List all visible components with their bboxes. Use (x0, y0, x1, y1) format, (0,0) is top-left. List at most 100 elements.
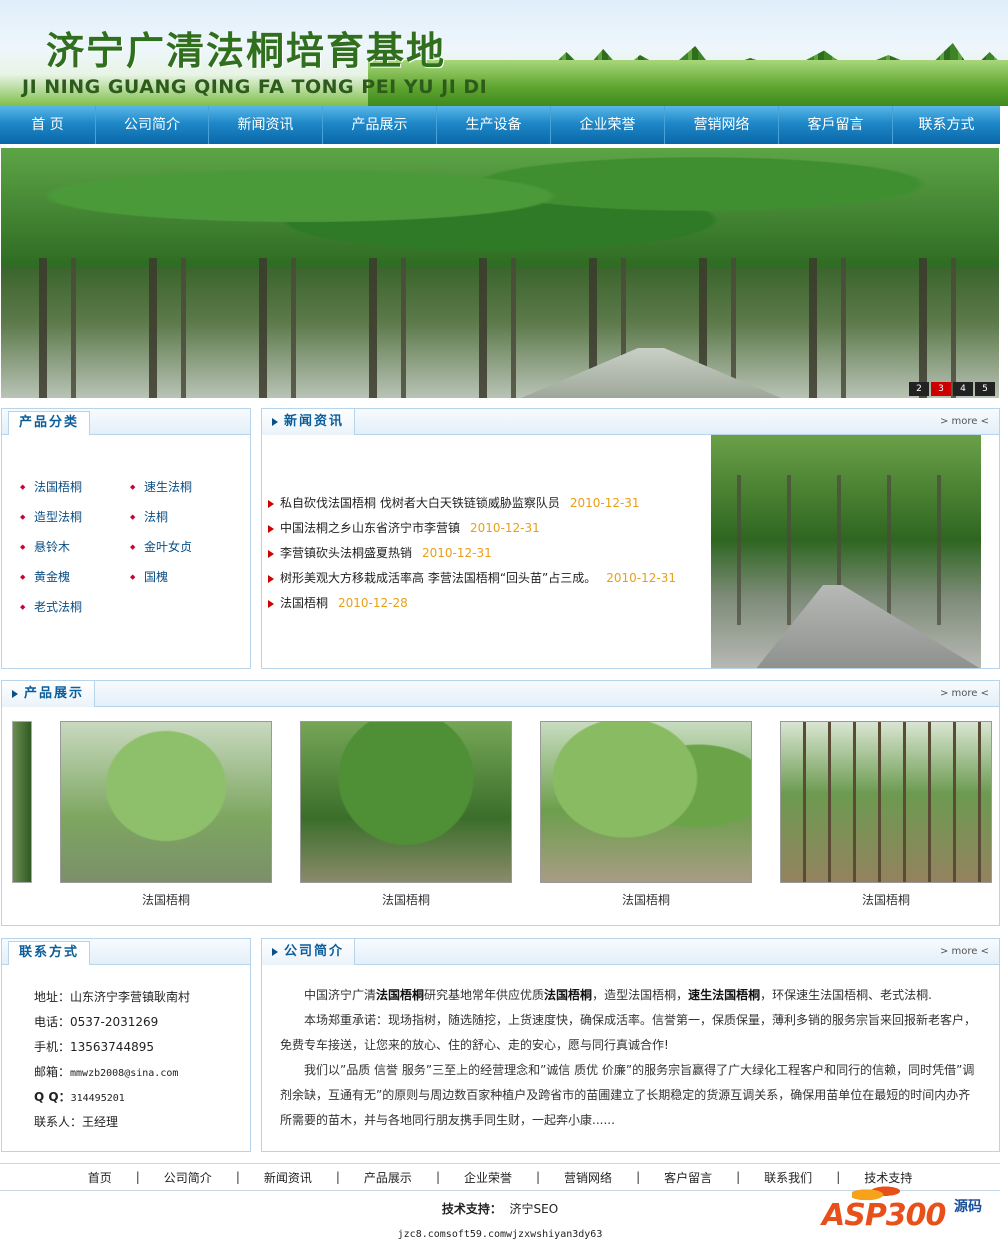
news-item[interactable]: 私自砍伐法国梧桐 伐树者大白天铁链锁威胁监察队员 2010-12-31 (268, 491, 708, 516)
news-item-date: 2010-12-31 (470, 521, 540, 535)
news-panel: 新闻资讯 > more < 私自砍伐法国梧桐 伐树者大白天铁链锁威胁监察队员 20… (261, 408, 1000, 669)
category-item[interactable]: 造型法桐 (20, 509, 130, 525)
footer-separator: | (435, 1170, 440, 1184)
footer-separator: | (235, 1170, 240, 1184)
intro-panel: 公司简介 > more < 中国济宁广清法国梧桐研究基地常年供应优质法国梧桐，造… (261, 938, 1000, 1152)
intro-text-span: ，环保速生法国梧桐、老式法桐. (760, 988, 932, 1002)
category-item[interactable]: 黄金槐 (20, 569, 130, 585)
products-panel: 产品展示 > more < 法国梧桐 法国梧桐 法国梧桐 法国梧桐 (1, 680, 1000, 926)
category-item[interactable]: 老式法桐 (20, 599, 130, 615)
category-item[interactable]: 法国梧桐 (20, 479, 130, 495)
contact-email-value: mmwzb2008@sina.com (70, 1068, 179, 1079)
news-item[interactable]: 树形美观大方移栽成活率高 李营法国梧桐“回头苗”占三成。 2010-12-31 (268, 566, 708, 591)
footer-separator: | (335, 1170, 340, 1184)
product-caption[interactable]: 法国梧桐 (60, 891, 272, 908)
nav-home[interactable]: 首 页 (0, 106, 96, 144)
footer-nav-products[interactable]: 产品展示 (364, 1169, 412, 1186)
intro-text: 中国济宁广清法国梧桐研究基地常年供应优质法国梧桐，造型法国梧桐，速生法国梧桐，环… (280, 983, 980, 1133)
products-more-link[interactable]: > more < (940, 688, 989, 699)
product-caption[interactable]: 法国梧桐 (540, 891, 752, 908)
intro-panel-header: 公司简介 > more < (262, 939, 999, 965)
nav-guestbook[interactable]: 客戶留言 (779, 106, 893, 144)
footer-separator: | (836, 1170, 841, 1184)
banner-trunks (1, 258, 999, 398)
banner-page-3[interactable]: 3 (931, 382, 951, 396)
news-item-title: 中国法桐之乡山东省济宁市李营镇 (280, 521, 461, 535)
category-item[interactable]: 悬铃木 (20, 539, 130, 555)
nav-equipment[interactable]: 生产设备 (437, 106, 551, 144)
footer-nav-guestbook[interactable]: 客户留言 (664, 1169, 712, 1186)
contact-list: 地址：山东济宁李营镇耿南村 电话：0537-2031269 手机：1356374… (34, 985, 190, 1135)
site-header: 济宁广清法桐培育基地 JI NING GUANG QING FA TONG PE… (0, 0, 1008, 106)
contact-mobile: 手机：13563744895 (34, 1040, 154, 1054)
intro-more-link[interactable]: > more < (940, 946, 989, 957)
footer-separator: | (636, 1170, 641, 1184)
footer-nav-tech-support[interactable]: 技术支持 (864, 1169, 912, 1186)
footer-nav-honors[interactable]: 企业荣誉 (464, 1169, 512, 1186)
category-list: 法国梧桐 速生法桐 造型法桐 法桐 悬铃木 金叶女贞 黄金槐 国槐 老式法桐 (20, 479, 240, 615)
product-image[interactable] (60, 721, 272, 883)
product-image[interactable] (540, 721, 752, 883)
nav-products[interactable]: 产品展示 (323, 106, 437, 144)
product-card[interactable]: 法国梧桐 (60, 721, 272, 908)
product-card[interactable]: 法国梧桐 (780, 721, 992, 908)
footer-separator: | (135, 1170, 140, 1184)
product-image[interactable] (300, 721, 512, 883)
banner-page-4[interactable]: 4 (953, 382, 973, 396)
news-item-title: 法国梧桐 (280, 596, 329, 610)
contact-panel-header: 联系方式 (2, 939, 250, 965)
banner-canopy (1, 148, 999, 268)
footer-nav-company-intro[interactable]: 公司简介 (164, 1169, 212, 1186)
news-photo (711, 435, 981, 668)
products-panel-header: 产品展示 > more < (2, 681, 999, 707)
intro-keyword: 速生法国梧桐 (688, 988, 761, 1002)
intro-paragraph-1: 中国济宁广清法国梧桐研究基地常年供应优质法国梧桐，造型法国梧桐，速生法国梧桐，环… (280, 983, 980, 1008)
hero-banner: 2 3 4 5 (1, 148, 999, 398)
contact-qq-label: Q Q： (34, 1090, 71, 1104)
nav-contact[interactable]: 联系方式 (893, 106, 1000, 144)
news-item-title: 私自砍伐法国梧桐 伐树者大白天铁链锁威胁监察队员 (280, 496, 560, 510)
banner-page-2[interactable]: 2 (909, 382, 929, 396)
news-item[interactable]: 李营镇砍头法桐盛夏热销 2010-12-31 (268, 541, 708, 566)
nav-news[interactable]: 新闻资讯 (209, 106, 323, 144)
news-list: 私自砍伐法国梧桐 伐树者大白天铁链锁威胁监察队员 2010-12-31 中国法桐之… (268, 491, 708, 616)
contact-email-label: 邮箱： (34, 1065, 71, 1079)
news-item-date: 2010-12-31 (422, 546, 492, 560)
nav-honors[interactable]: 企业荣誉 (551, 106, 665, 144)
footer-nav-home[interactable]: 首页 (88, 1169, 112, 1186)
intro-keyword: 法国梧桐 (376, 988, 425, 1002)
news-item-title: 树形美观大方移栽成活率高 李营法国梧桐“回头苗”占三成。 (280, 571, 597, 585)
nav-marketing[interactable]: 营销网络 (665, 106, 779, 144)
footer-separator: | (736, 1170, 741, 1184)
nav-company-intro[interactable]: 公司简介 (96, 106, 209, 144)
contact-email: 邮箱：mmwzb2008@sina.com (34, 1060, 190, 1085)
logo-suffix: 源码 (954, 1199, 982, 1215)
footer-separator: | (536, 1170, 541, 1184)
intro-paragraph-2: 本场郑重承诺：现场指树，随选随挖，上货速度快，确保成活率。信誉第一，保质保量，薄… (280, 1013, 977, 1052)
intro-paragraph-3: 我们以”品质 信誉 服务”三至上的经营理念和”诚信 质优 价廉”的服务宗旨赢得了… (280, 1063, 975, 1127)
contact-qq: Q Q：314495201 (34, 1085, 190, 1110)
footer-nav-news[interactable]: 新闻资讯 (264, 1169, 312, 1186)
banner-page-5[interactable]: 5 (975, 382, 995, 396)
news-more-link[interactable]: > more < (940, 416, 989, 427)
product-card[interactable]: 法国梧桐 (540, 721, 752, 908)
category-item[interactable]: 速生法桐 (130, 479, 240, 495)
product-card[interactable]: 法国梧桐 (300, 721, 512, 908)
contact-person: 联系人：王经理 (34, 1115, 119, 1129)
category-item[interactable]: 法桐 (130, 509, 240, 525)
intro-keyword: 法国梧桐 (544, 988, 593, 1002)
product-image[interactable] (780, 721, 992, 883)
banner-pager: 2 3 4 5 (909, 382, 995, 396)
tech-support-link[interactable]: 济宁SEO (510, 1202, 559, 1216)
news-item[interactable]: 法国梧桐 2010-12-28 (268, 591, 708, 616)
product-caption[interactable]: 法国梧桐 (780, 891, 992, 908)
site-title-cn: 济宁广清法桐培育基地 (46, 28, 447, 73)
footer-nav-contact[interactable]: 联系我们 (764, 1169, 812, 1186)
product-caption[interactable]: 法国梧桐 (300, 891, 512, 908)
footer-nav-marketing[interactable]: 营销网络 (564, 1169, 612, 1186)
product-partial-image[interactable] (12, 721, 32, 883)
category-item[interactable]: 金叶女贞 (130, 539, 240, 555)
news-item[interactable]: 中国法桐之乡山东省济宁市李营镇 2010-12-31 (268, 516, 708, 541)
news-panel-header: 新闻资讯 > more < (262, 409, 999, 435)
category-item[interactable]: 国槐 (130, 569, 240, 585)
